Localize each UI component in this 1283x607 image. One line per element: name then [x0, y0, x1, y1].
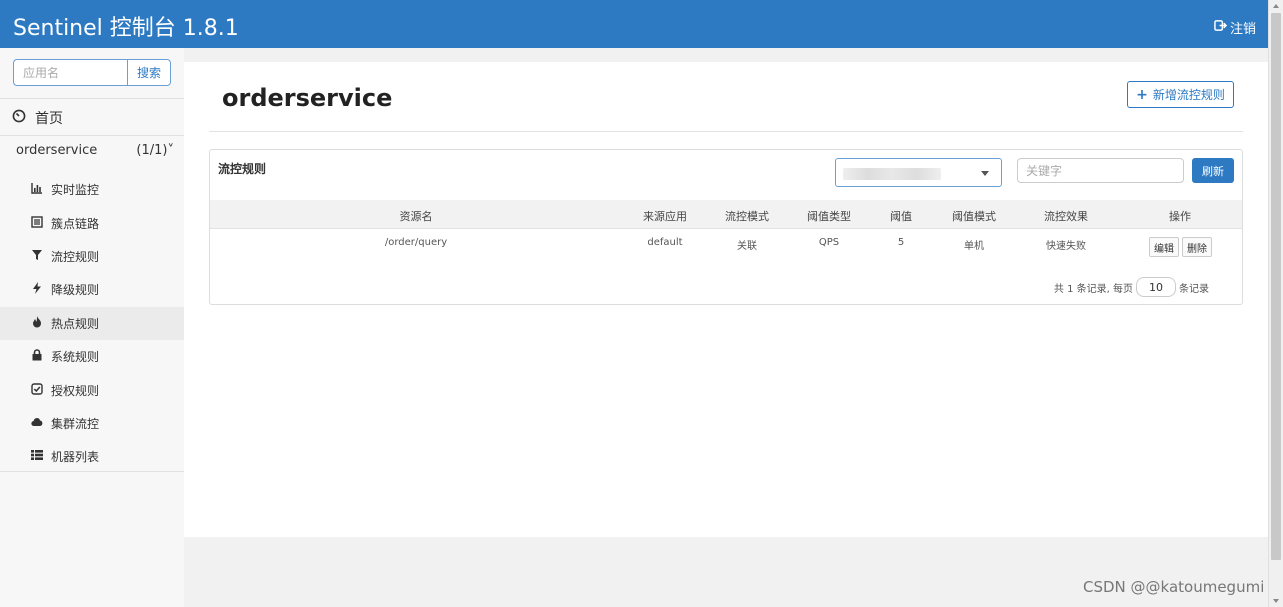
sidebar-item-authority-rules[interactable]: 授权规则 — [0, 373, 184, 406]
page-title: orderservice — [222, 84, 393, 112]
resource-cell: /order/query — [384, 237, 448, 248]
sidebar-item-label: 降级规则 — [51, 283, 100, 298]
scroll-down-icon[interactable] — [1273, 599, 1279, 603]
logout-label: 注销 — [1229, 22, 1256, 37]
mode-cell: 关联 — [737, 241, 757, 252]
machine-select-value — [843, 168, 941, 180]
sidebar: 搜索 首页 orderservice (1/1)˅ 实时监控 簇点链路 流控规则… — [0, 48, 184, 607]
pagination-suffix: 条记录 — [1179, 283, 1209, 295]
sidebar-item-system-rules[interactable]: 系统规则 — [0, 340, 184, 373]
refresh-button[interactable]: 刷新 — [1192, 158, 1234, 183]
add-flow-rule-label: 新增流控规则 — [1152, 88, 1225, 102]
sidebar-item-cluster-flow[interactable]: 集群流控 — [0, 407, 184, 440]
main-content: orderservice + 新增流控规则 流控规则 刷新 资源名 来源应用 流… — [184, 62, 1268, 537]
title-divider — [209, 131, 1243, 132]
count-cell: 5 — [897, 237, 905, 248]
column-header: 来源应用 — [643, 210, 687, 223]
sidebar-item-label: 授权规则 — [51, 383, 100, 398]
column-header: 操作 — [1169, 210, 1191, 223]
keyword-input[interactable] — [1017, 158, 1184, 183]
filter-icon — [31, 249, 43, 264]
app-submenu: 实时监控 簇点链路 流控规则 降级规则 热点规则 系统规则 授权规则 集群流控 — [0, 173, 184, 474]
vertical-scrollbar[interactable] — [1268, 0, 1283, 607]
sidebar-item-label: 热点规则 — [51, 316, 100, 331]
sidebar-item-flow-rules[interactable]: 流控规则 — [0, 240, 184, 273]
origin-cell: default — [647, 237, 683, 248]
bolt-icon — [31, 282, 43, 297]
sidebar-item-cluster-link[interactable]: 簇点链路 — [0, 206, 184, 239]
brand-title: Sentinel 控制台 1.8.1 — [13, 16, 239, 41]
app-search: 搜索 — [13, 59, 171, 86]
effect-cell: 快速失败 — [1046, 241, 1086, 252]
sidebar-divider — [0, 135, 184, 136]
app-search-input[interactable] — [13, 59, 127, 86]
sidebar-app-orderservice[interactable]: orderservice (1/1)˅ — [16, 143, 174, 158]
sidebar-item-label: 机器列表 — [51, 450, 100, 465]
fire-icon — [31, 315, 43, 331]
app-name: orderservice — [16, 143, 98, 158]
dashboard-icon — [12, 109, 26, 127]
pagination-prefix: 共 1 条记录, 每页 — [1053, 283, 1133, 295]
delete-button[interactable]: 删除 — [1182, 237, 1212, 257]
table-header: 资源名 来源应用 流控模式 阈值类型 阈值 阈值模式 流控效果 操作 — [210, 200, 1242, 229]
edit-button[interactable]: 编辑 — [1149, 237, 1179, 257]
cloud-icon — [31, 416, 43, 431]
sidebar-item-hotspot-rules[interactable]: 热点规则 — [0, 306, 184, 340]
caret-down-icon — [981, 171, 989, 176]
flow-rules-panel: 流控规则 刷新 资源名 来源应用 流控模式 阈值类型 阈值 阈值模式 流控效果 … — [209, 149, 1243, 305]
machine-select[interactable] — [835, 158, 1002, 187]
app-search-button[interactable]: 搜索 — [127, 59, 171, 86]
column-header: 阈值类型 — [807, 210, 851, 223]
column-header: 资源名 — [399, 210, 433, 223]
check-square-icon — [31, 382, 43, 398]
logout-link[interactable]: 注销 — [1214, 18, 1256, 37]
bar-chart-icon — [31, 182, 43, 197]
watermark: CSDN @@katoumegumi — [1083, 578, 1265, 596]
chevron-down-icon: ˅ — [167, 143, 175, 158]
cluster-mode-cell: 单机 — [964, 241, 984, 252]
sidebar-divider — [0, 98, 184, 99]
plus-icon: + — [1136, 86, 1148, 103]
sidebar-item-degrade-rules[interactable]: 降级规则 — [0, 273, 184, 306]
sidebar-item-label: 簇点链路 — [51, 216, 100, 231]
home-label: 首页 — [35, 111, 63, 127]
pagination: 共 1 条记录, 每页 条记录 — [1054, 277, 1209, 297]
sidebar-divider — [0, 471, 184, 472]
sidebar-item-label: 集群流控 — [51, 416, 100, 431]
scrollbar-thumb[interactable] — [1271, 13, 1281, 560]
table-row: /order/query default 关联 QPS 5 单机 快速失败 编辑… — [210, 229, 1242, 263]
sidebar-item-label: 流控规则 — [51, 249, 100, 264]
sidebar-item-label: 系统规则 — [51, 350, 100, 365]
scroll-up-icon[interactable] — [1273, 4, 1279, 8]
grade-cell: QPS — [818, 237, 840, 248]
th-list-icon — [31, 449, 43, 464]
list-alt-icon — [31, 215, 43, 231]
column-header: 阈值 — [890, 210, 912, 223]
app-count: (1/1)˅ — [136, 143, 174, 158]
add-flow-rule-button[interactable]: + 新增流控规则 — [1127, 81, 1234, 108]
top-navbar: Sentinel 控制台 1.8.1 注销 — [0, 0, 1268, 48]
sidebar-item-label: 实时监控 — [51, 183, 100, 198]
column-header: 流控模式 — [725, 210, 769, 223]
sidebar-item-home[interactable]: 首页 — [12, 106, 63, 130]
column-header: 流控效果 — [1044, 210, 1088, 223]
page-size-input[interactable] — [1136, 277, 1176, 297]
sidebar-item-machine-list[interactable]: 机器列表 — [0, 440, 184, 473]
sign-out-icon — [1214, 19, 1228, 36]
lock-icon — [31, 349, 43, 364]
column-header: 阈值模式 — [952, 210, 996, 223]
panel-title: 流控规则 — [218, 162, 267, 176]
sidebar-item-realtime-monitor[interactable]: 实时监控 — [0, 173, 184, 206]
